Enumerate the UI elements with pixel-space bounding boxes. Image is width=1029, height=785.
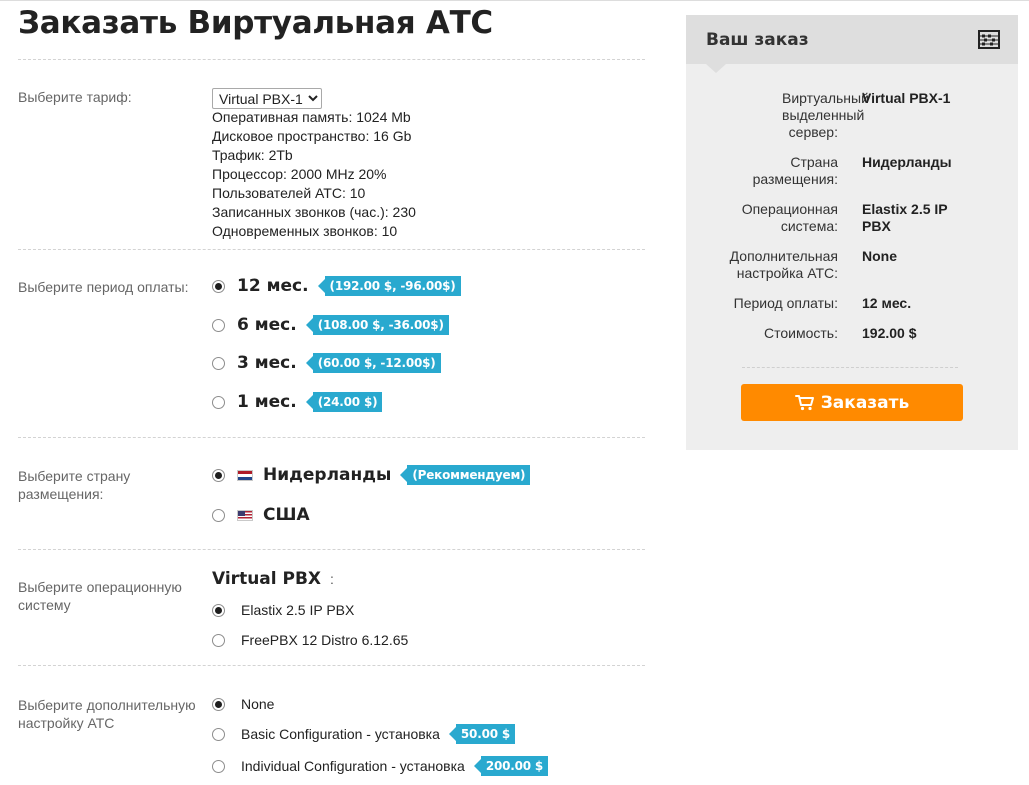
section-divider [18,549,645,550]
spec-ram: Оперативная память: 1024 Mb [212,109,411,125]
spec-cpu: Процессор: 2000 MHz 20% [212,166,387,182]
period-12-price-tag: (192.00 $, -96.00$) [317,276,461,296]
cart-icon [794,394,814,410]
os-freepbx-label: FreePBX 12 Distro 6.12.65 [241,632,409,648]
setup-basic-label: Basic Configuration - установка [241,726,440,742]
country-usa-label: США [263,505,310,525]
os-option-elastix[interactable]: Elastix 2.5 IP PBX [212,602,354,618]
order-os-label: Операционная система: [741,201,838,234]
setup-individual-radio[interactable] [212,759,225,773]
period-6-radio[interactable] [212,318,225,332]
order-setup-value: None [862,248,897,264]
setup-none-radio[interactable] [212,697,225,711]
netherlands-flag-icon [237,469,253,481]
period-1-radio[interactable] [212,395,225,409]
os-option-freepbx[interactable]: FreePBX 12 Distro 6.12.65 [212,632,408,648]
order-summary-panel: Ваш заказ Виртуальный выделенный сервер:… [686,15,1018,450]
os-group-colon: : [330,571,334,587]
period-option-12[interactable]: 12 мес. (192.00 $, -96.00$) [212,276,461,296]
section-divider [18,437,645,438]
os-elastix-label: Elastix 2.5 IP PBX [241,602,355,618]
spec-concurrent-calls: Одновременных звонков: 10 [212,223,398,239]
setup-basic-price-tag: 50.00 $ [448,724,515,744]
setup-option-none[interactable]: None [212,696,274,712]
country-option-usa[interactable]: США [212,505,310,525]
order-button[interactable]: Заказать [741,384,963,421]
section-divider [18,249,645,250]
period-12-radio[interactable] [212,279,225,293]
period-1-label: 1 мес. [237,392,297,412]
period-label: Выберите период оплаты: [18,279,189,295]
order-os-value: Elastix 2.5 IP PBX [862,201,948,234]
period-12-label: 12 мес. [237,276,309,296]
tariff-select[interactable]: Virtual PBX-1 [212,88,322,109]
spec-traffic: Трафик: 2Tb [212,147,293,163]
spec-users: Пользователей АТС: 10 [212,185,366,201]
order-setup-label: Дополнительная настройка АТС: [729,248,838,281]
page-title: Заказать Виртуальная АТС [18,5,493,41]
order-server-value: Virtual PBX-1 [862,90,951,106]
tariff-label: Выберите тариф: [18,89,132,105]
order-cost-label: Стоимость: [764,325,838,341]
top-border [0,0,1029,1]
period-6-label: 6 мес. [237,315,297,335]
order-cost-value: 192.00 $ [862,325,917,341]
order-period-label: Период оплаты: [733,295,838,311]
order-button-label: Заказать [820,392,910,413]
setup-basic-radio[interactable] [212,727,225,741]
country-label: Выберите страну размещения: [18,468,131,502]
setup-option-basic[interactable]: Basic Configuration - установка 50.00 $ [212,724,515,744]
order-server-label: Виртуальный выделенный сервер: [782,90,869,140]
period-1-price-tag: (24.00 $) [305,392,383,412]
order-country-value: Нидерланды [862,154,952,170]
period-3-price-tag: (60.00 $, -12.00$) [305,353,441,373]
os-elastix-radio[interactable] [212,603,225,617]
os-group-title: Virtual PBX [212,569,322,589]
order-country-label: Страна размещения: [752,154,838,187]
setup-individual-label: Individual Configuration - установка [241,758,465,774]
section-divider [18,59,645,60]
order-summary-header: Ваш заказ [686,15,1018,73]
order-divider [742,367,958,368]
period-option-6[interactable]: 6 мес. (108.00 $, -36.00$) [212,315,449,335]
setup-label: Выберите дополнительную настройку АТС [18,697,196,731]
country-netherlands-label: Нидерланды [263,465,392,485]
period-option-3[interactable]: 3 мес. (60.00 $, -12.00$) [212,353,441,373]
period-option-1[interactable]: 1 мес. (24.00 $) [212,392,383,412]
spec-disk: Дисковое пространство: 16 Gb [212,128,412,144]
period-6-price-tag: (108.00 $, -36.00$) [305,315,449,335]
spec-recorded-calls: Записанных звонков (час.): 230 [212,204,416,220]
tariff-specs: Оперативная память: 1024 Mb Дисковое про… [212,108,416,241]
usa-flag-icon [237,509,253,521]
country-netherlands-radio[interactable] [212,468,225,482]
order-summary-title: Ваш заказ [706,30,809,50]
period-3-label: 3 мес. [237,353,297,373]
period-3-radio[interactable] [212,356,225,370]
setup-option-individual[interactable]: Individual Configuration - установка 200… [212,756,549,776]
recommended-tag: (Рекоммендуем) [400,465,531,485]
setup-individual-price-tag: 200.00 $ [473,756,549,776]
setup-none-label: None [241,696,275,712]
country-option-netherlands[interactable]: Нидерланды (Рекоммендуем) [212,465,531,485]
country-usa-radio[interactable] [212,508,225,522]
order-period-value: 12 мес. [862,295,912,311]
section-divider [18,665,645,666]
abacus-icon [978,30,1000,49]
os-freepbx-radio[interactable] [212,633,225,647]
os-label: Выберите операционную систему [18,579,182,613]
